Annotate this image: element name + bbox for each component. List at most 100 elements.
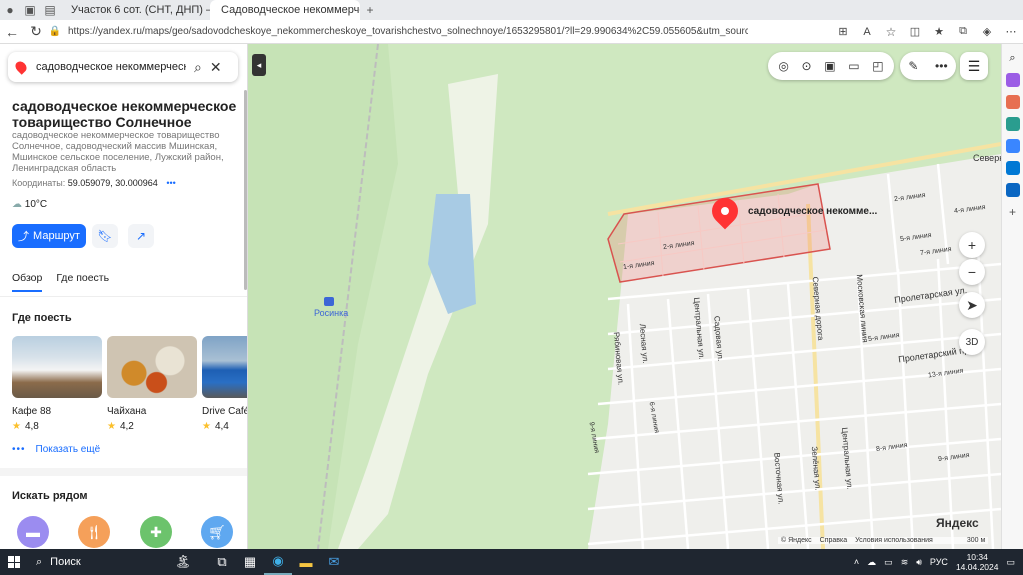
station-marker[interactable] bbox=[324, 297, 334, 306]
locate-me-button[interactable]: ➤ bbox=[959, 292, 985, 318]
map-graphics bbox=[248, 44, 1001, 549]
terms-link[interactable]: Условия использования bbox=[855, 537, 933, 544]
tab-yandex-maps[interactable]: Садоводческое некоммерческ... ✕ bbox=[210, 0, 360, 20]
place-card-chaikhana[interactable]: Чайхана ★ 4,2 bbox=[107, 336, 197, 432]
panel-scrollbar[interactable] bbox=[244, 90, 247, 290]
yandex-logo: Яндекс bbox=[936, 516, 979, 530]
help-link[interactable]: Справка bbox=[820, 537, 847, 544]
tab-title: Участок 6 сот. (СНТ, ДНП) — Р... bbox=[71, 4, 210, 16]
pin-label[interactable]: садоводческое некомме... bbox=[748, 206, 877, 217]
more-menu-icon[interactable]: ⋯ bbox=[999, 20, 1023, 44]
collapse-panel-button[interactable]: ◂ bbox=[252, 54, 266, 76]
chevron-up-icon[interactable]: ˄ bbox=[854, 557, 859, 567]
shopping-icon[interactable] bbox=[1005, 73, 1020, 87]
menu-button[interactable]: ☰ bbox=[960, 52, 988, 80]
coordinates-value[interactable]: 59.059079, 30.000964 bbox=[68, 178, 158, 188]
tab-listing[interactable]: Участок 6 сот. (СНТ, ДНП) — Р... ✕ bbox=[60, 0, 210, 20]
beach-widget-icon[interactable]: 🏝︎ bbox=[158, 549, 208, 575]
more-dots-icon[interactable]: ••• bbox=[166, 178, 175, 188]
place-rating: ★ 4,8 bbox=[12, 421, 102, 432]
place-card-kafe-88[interactable]: Кафе 88 ★ 4,8 bbox=[12, 336, 102, 432]
close-icon[interactable]: ✕ bbox=[210, 59, 222, 76]
workspaces-icon[interactable]: ▣ bbox=[20, 0, 40, 20]
plus-icon: ✚ bbox=[150, 523, 162, 540]
place-name: Кафе 88 bbox=[12, 406, 52, 417]
browser-sidebar: ⌕ + bbox=[1001, 44, 1023, 549]
3d-view-button[interactable]: 3D bbox=[959, 329, 985, 355]
bookmark-icon: 🔖︎ bbox=[97, 229, 113, 243]
copilot-icon[interactable] bbox=[1005, 139, 1020, 153]
tab-overview[interactable]: Обзор bbox=[12, 272, 43, 292]
games-icon[interactable] bbox=[1005, 117, 1020, 131]
category-hotel-button[interactable]: ▬ bbox=[17, 516, 49, 548]
category-shop-button[interactable]: 🛒︎ bbox=[201, 516, 233, 548]
bus-icon[interactable]: ▭ bbox=[848, 59, 859, 73]
extensions-icon[interactable]: ◈ bbox=[975, 20, 999, 44]
search-input[interactable]: садоводческое некоммерческ bbox=[36, 61, 186, 73]
file-explorer-icon[interactable]: ▬ bbox=[292, 549, 320, 575]
tab-where-to-eat[interactable]: Где поесть bbox=[56, 272, 109, 292]
place-address: садоводческое некоммерческое товариществ… bbox=[12, 130, 224, 174]
tab-actions-icon[interactable]: ▤ bbox=[40, 0, 60, 20]
camera-icon[interactable]: ▣ bbox=[824, 59, 835, 73]
reload-icon[interactable]: ↻ bbox=[24, 20, 48, 44]
cloud-icon[interactable]: ☁ bbox=[867, 557, 876, 568]
wifi-icon[interactable]: ≋ bbox=[901, 557, 909, 568]
outlook-icon[interactable] bbox=[1005, 161, 1020, 175]
layers-icon[interactable]: ◰ bbox=[872, 59, 883, 73]
add-icon[interactable]: + bbox=[1009, 205, 1016, 219]
edge-browser-icon[interactable]: ◉ bbox=[264, 549, 292, 575]
mail-icon[interactable]: ✉ bbox=[320, 549, 348, 575]
route-button[interactable]: ⤴ Маршрут bbox=[12, 224, 86, 248]
temperature: 10°C bbox=[24, 199, 48, 210]
back-arrow-icon[interactable]: ← bbox=[0, 20, 24, 44]
scale-label: 300 м bbox=[966, 537, 986, 544]
install-app-icon[interactable]: ⊞ bbox=[831, 20, 855, 44]
task-view-icon[interactable]: ⧉ bbox=[208, 549, 236, 575]
share-button[interactable]: ↗ bbox=[128, 224, 154, 248]
profile-icon[interactable]: ● bbox=[0, 0, 20, 20]
divider bbox=[0, 296, 247, 297]
search-icon[interactable]: ⌕ bbox=[1009, 52, 1015, 65]
ruler-icon[interactable]: ✎ bbox=[908, 59, 918, 73]
url-field[interactable]: https://yandex.ru/maps/geo/sadovodchesko… bbox=[68, 26, 748, 37]
show-more-link[interactable]: ••• Показать ещё bbox=[12, 444, 100, 455]
place-photo bbox=[202, 336, 247, 398]
category-pharmacy-button[interactable]: ✚ bbox=[140, 516, 172, 548]
place-photo bbox=[107, 336, 197, 398]
more-dots-icon[interactable]: ••• bbox=[935, 59, 948, 73]
new-tab-button[interactable]: + bbox=[360, 0, 380, 20]
copyright-text: © Яндекс bbox=[781, 537, 812, 544]
battery-icon[interactable]: ▭ bbox=[884, 557, 893, 568]
start-button[interactable] bbox=[0, 549, 28, 575]
place-card-drive-cafe[interactable]: Drive Café ★ 4,4 bbox=[202, 336, 247, 432]
clock[interactable]: 10:34 14.04.2024 bbox=[956, 552, 999, 572]
language-indicator[interactable]: РУС bbox=[930, 557, 948, 567]
notifications-icon[interactable]: ▭ bbox=[1006, 557, 1015, 568]
section-divider bbox=[0, 468, 247, 476]
zoom-out-button[interactable]: − bbox=[959, 259, 985, 285]
panorama-icon[interactable]: ◎ bbox=[778, 59, 788, 73]
store-icon[interactable]: ▦ bbox=[236, 549, 264, 575]
map-canvas[interactable]: ◂ ◎ ⊙ ▣ ▭ ◰ ✎ ••• ☰ садоводческое некомм… bbox=[248, 44, 1001, 549]
bookmark-button[interactable]: 🔖︎ bbox=[92, 224, 118, 248]
search-icon[interactable]: ⌕ bbox=[194, 59, 202, 76]
zoom-in-button[interactable]: + bbox=[959, 232, 985, 258]
favorite-star-icon[interactable]: ☆ bbox=[879, 20, 903, 44]
address-bar: ← ↻ 🔒 https://yandex.ru/maps/geo/sadovod… bbox=[0, 20, 1023, 44]
collections-icon[interactable]: ⧉ bbox=[951, 20, 975, 44]
read-aloud-icon[interactable]: A bbox=[855, 20, 879, 44]
category-food-button[interactable]: 🍴︎ bbox=[78, 516, 110, 548]
navigation-arrow-icon: ➤ bbox=[966, 296, 978, 313]
station-label[interactable]: Росинка bbox=[314, 308, 348, 318]
lock-icon[interactable]: 🔒 bbox=[48, 20, 62, 44]
volume-icon[interactable]: 🔊︎ bbox=[916, 557, 922, 568]
favorites-icon[interactable]: ★ bbox=[927, 20, 951, 44]
split-screen-icon[interactable]: ◫ bbox=[903, 20, 927, 44]
taskbar-search[interactable]: ⌕ Поиск bbox=[28, 551, 158, 573]
traffic-icon[interactable]: ⊙ bbox=[801, 59, 811, 73]
windows-taskbar: ⌕ Поиск 🏝︎ ⧉ ▦ ◉ ▬ ✉ ˄ ☁ ▭ ≋ 🔊︎ РУС 10:3… bbox=[0, 549, 1023, 575]
search-box[interactable]: садоводческое некоммерческ ⌕ ✕ bbox=[8, 52, 238, 82]
tools-icon[interactable] bbox=[1005, 95, 1020, 109]
drop-icon[interactable] bbox=[1005, 183, 1020, 197]
